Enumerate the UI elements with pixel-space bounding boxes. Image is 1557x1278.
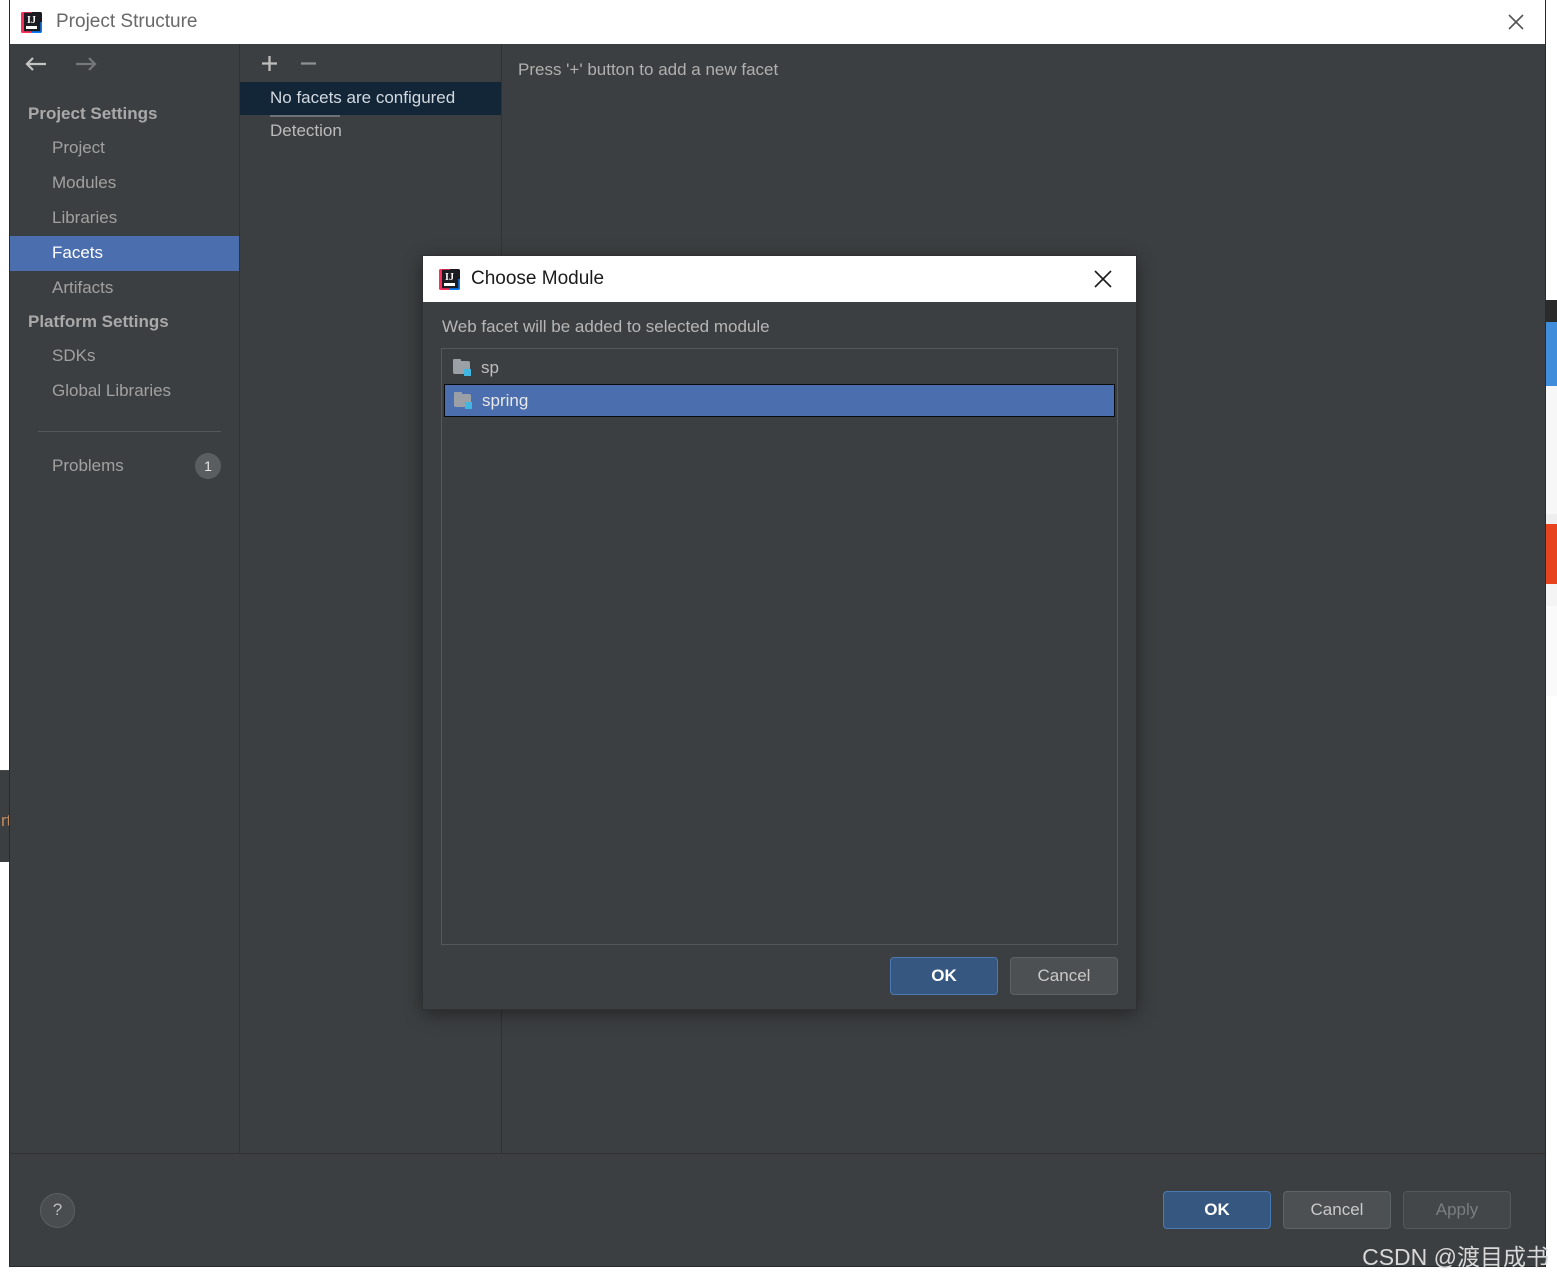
choose-module-title: Choose Module bbox=[471, 268, 605, 289]
close-icon[interactable] bbox=[1487, 0, 1545, 44]
module-label: sp bbox=[481, 357, 499, 377]
sidebar-group-project-settings: Project Settings bbox=[28, 104, 158, 123]
window-titlebar: IJ Project Structure bbox=[10, 0, 1545, 44]
dialog-footer-actions: OK Cancel Apply bbox=[1163, 1191, 1511, 1229]
apply-button: Apply bbox=[1403, 1191, 1511, 1229]
module-folder-icon bbox=[454, 392, 473, 409]
choose-module-subtitle: Web facet will be added to selected modu… bbox=[442, 317, 770, 336]
ok-button[interactable]: OK bbox=[890, 957, 998, 995]
facet-row-no-facets[interactable]: No facets are configured bbox=[240, 82, 501, 115]
problems-count-badge: 1 bbox=[195, 453, 221, 479]
sidebar-item-artifacts[interactable]: Artifacts bbox=[10, 271, 239, 306]
sidebar-item-problems[interactable]: Problems 1 bbox=[10, 446, 239, 487]
dialog-footer: ? OK Cancel Apply bbox=[10, 1153, 1545, 1266]
sidebar-divider bbox=[38, 431, 221, 432]
cancel-button[interactable]: Cancel bbox=[1010, 957, 1118, 995]
module-folder-icon bbox=[453, 359, 472, 376]
choose-module-body: Web facet will be added to selected modu… bbox=[423, 302, 1136, 945]
ok-button[interactable]: OK bbox=[1163, 1191, 1271, 1229]
facets-tree: No facets are configured Detection bbox=[240, 82, 501, 148]
facets-toolbar bbox=[240, 44, 501, 82]
facet-row-detection[interactable]: Detection bbox=[240, 115, 501, 148]
choose-module-titlebar: IJ Choose Module bbox=[423, 256, 1136, 302]
intellij-idea-logo-icon: IJ bbox=[439, 268, 460, 290]
minus-icon[interactable] bbox=[297, 52, 319, 74]
sidebar-item-label: Problems bbox=[52, 456, 124, 475]
list-item-module-spring[interactable]: spring bbox=[444, 384, 1115, 417]
arrow-left-icon[interactable] bbox=[24, 55, 50, 78]
help-button[interactable]: ? bbox=[40, 1192, 75, 1228]
module-list[interactable]: sp spring bbox=[441, 348, 1118, 945]
sidebar-item-facets[interactable]: Facets bbox=[10, 236, 239, 271]
sidebar-item-global-libraries[interactable]: Global Libraries bbox=[10, 374, 239, 409]
list-item-module-sp[interactable]: sp bbox=[444, 351, 1115, 384]
cancel-button[interactable]: Cancel bbox=[1283, 1191, 1391, 1229]
close-icon[interactable] bbox=[1078, 256, 1128, 302]
settings-sidebar: Project Settings Project Modules Librari… bbox=[10, 44, 240, 1197]
empty-state-hint: Press '+' button to add a new facet bbox=[518, 60, 779, 79]
arrow-right-icon[interactable] bbox=[72, 55, 98, 78]
sidebar-item-sdks[interactable]: SDKs bbox=[10, 339, 239, 374]
sidebar-item-project[interactable]: Project bbox=[10, 131, 239, 166]
choose-module-dialog: IJ Choose Module Web facet will be added… bbox=[423, 256, 1136, 1009]
module-label: spring bbox=[482, 390, 529, 410]
sidebar-items: Project Settings Project Modules Librari… bbox=[10, 88, 239, 487]
window-title: Project Structure bbox=[56, 11, 198, 32]
sidebar-item-modules[interactable]: Modules bbox=[10, 166, 239, 201]
plus-icon[interactable] bbox=[258, 52, 280, 74]
intellij-idea-logo-icon: IJ bbox=[21, 11, 42, 33]
sidebar-item-libraries[interactable]: Libraries bbox=[10, 201, 239, 236]
sidebar-group-platform-settings: Platform Settings bbox=[28, 312, 169, 331]
choose-module-actions: OK Cancel bbox=[890, 957, 1118, 995]
navigation-arrows bbox=[10, 44, 239, 88]
